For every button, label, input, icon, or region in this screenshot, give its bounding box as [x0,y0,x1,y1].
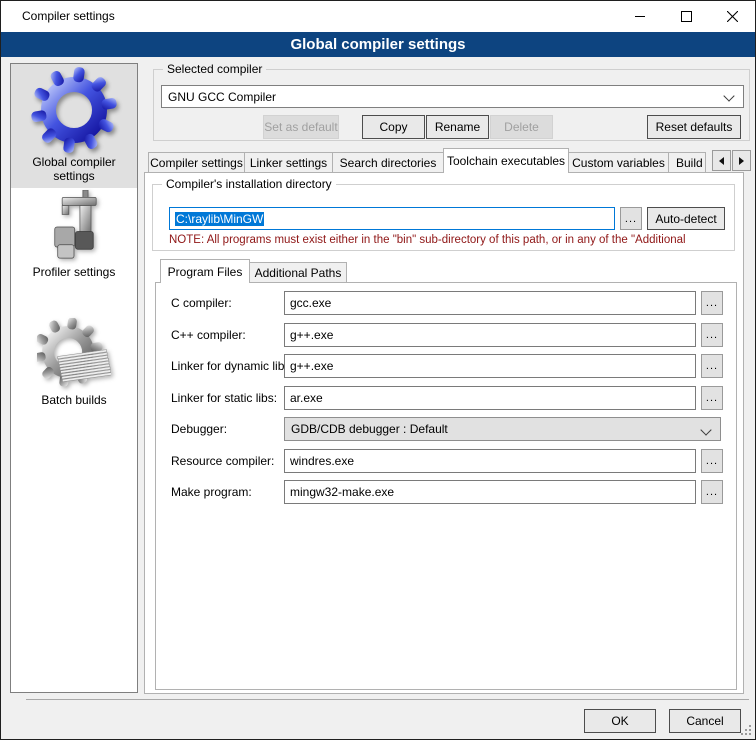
make-program-input[interactable]: mingw32-make.exe [284,480,696,504]
grip-dots-icon [741,725,743,727]
tab-label: Linker settings [250,156,327,170]
input-value: ar.exe [290,391,323,405]
toolchain-executables-page: Compiler's installation directory C:\ray… [144,172,744,694]
tab-label: Custom variables [572,156,665,170]
resource-compiler-browse-button[interactable]: ... [701,449,723,473]
sidebar-item-global-compiler-settings[interactable]: Global compiler settings [11,64,137,188]
set-as-default-button[interactable]: Set as default [263,115,339,139]
cancel-button[interactable]: Cancel [669,709,741,733]
subtab-label: Program Files [168,265,243,279]
compiler-settings-window: Compiler settings Global compiler settin… [0,0,756,740]
tab-label: Toolchain executables [447,154,565,168]
c-compiler-input[interactable]: gcc.exe [284,291,696,315]
autodetect-button[interactable]: Auto-detect [647,207,725,230]
titlebar: Compiler settings [1,1,755,32]
sidebar-list: Global compiler settings Profiler setting… [10,63,138,693]
minimize-icon [635,11,645,21]
subtab-label: Additional Paths [255,266,342,280]
triangle-right-icon [739,157,744,165]
reset-defaults-button[interactable]: Reset defaults [647,115,741,139]
close-button[interactable] [709,1,755,31]
tab-build-options[interactable]: Build options [668,152,706,172]
tab-scroll-left-button[interactable] [712,150,731,171]
c-compiler-input[interactable]: g++.exe [284,323,696,347]
maximize-icon [681,11,692,22]
make-program-browse-button[interactable]: ... [701,480,723,504]
resource-compiler-label: Resource compiler: [171,454,274,468]
input-value: gcc.exe [290,296,331,310]
compiler-select-value: GNU GCC Compiler [168,90,276,104]
separator-line [26,699,749,700]
tab-search-directories[interactable]: Search directories [332,152,444,172]
caption-buttons [617,1,755,31]
subtab-program-files[interactable]: Program Files [160,259,250,283]
minimize-button[interactable] [617,1,663,31]
gear-stack-icon [37,318,111,392]
selected-compiler-group: Selected compiler GNU GCC Compiler Set a… [153,69,750,141]
compiler-select[interactable]: GNU GCC Compiler [161,85,744,108]
tab-label: Compiler settings [150,156,243,170]
tab-compiler-settings[interactable]: Compiler settings [148,152,245,172]
tabstrip: Compiler settings Linker settings Search d… [148,148,706,173]
tab-custom-variables[interactable]: Custom variables [568,152,669,172]
gear-blue-icon [30,66,118,154]
tab-toolchain-executables[interactable]: Toolchain executables [443,148,569,173]
close-icon [727,11,738,22]
window-title: Compiler settings [22,1,115,31]
c-compiler-browse-button[interactable]: ... [701,291,723,315]
tab-scroll-right-button[interactable] [732,150,751,171]
make-program-label: Make program: [171,485,252,499]
input-value: windres.exe [290,454,354,468]
sidebar-item-batch-builds[interactable]: Batch builds [11,302,137,422]
caliper-icon [37,190,111,264]
tab-label: Search directories [340,156,437,170]
tab-label: Build options [676,156,706,170]
dialog-heading: Global compiler settings [1,32,755,57]
tab-linker-settings[interactable]: Linker settings [244,152,333,172]
install-dir-note: NOTE: All programs must exist either in … [169,234,731,246]
resize-grip[interactable] [741,725,752,736]
c-compiler-browse-button[interactable]: ... [701,323,723,347]
chevron-down-icon [723,90,734,101]
linker-for-dynamic-libs-label: Linker for dynamic libs: [171,359,294,373]
selected-compiler-legend: Selected compiler [163,62,266,77]
c-compiler-label: C compiler: [171,296,232,310]
linker-for-dynamic-libs-input[interactable]: g++.exe [284,354,696,378]
install-dir-legend: Compiler's installation directory [162,177,336,192]
chevron-down-icon [700,424,711,435]
linker-for-dynamic-libs-browse-button[interactable]: ... [701,354,723,378]
select-value: GDB/CDB debugger : Default [291,422,448,436]
ok-button[interactable]: OK [584,709,656,733]
triangle-left-icon [719,157,724,165]
sidebar-item-label: Batch builds [41,393,106,407]
linker-for-static-libs-input[interactable]: ar.exe [284,386,696,410]
install-dir-group: Compiler's installation directory C:\ray… [152,184,735,251]
subtab-additional-paths[interactable]: Additional Paths [249,262,347,282]
resource-compiler-input[interactable]: windres.exe [284,449,696,473]
install-dir-browse-button[interactable]: ... [620,207,642,230]
sidebar-item-label: Global compiler settings [11,155,137,183]
debugger-select[interactable]: GDB/CDB debugger : Default [284,417,721,441]
input-value: g++.exe [290,328,333,342]
linker-for-static-libs-browse-button[interactable]: ... [701,386,723,410]
debugger-label: Debugger: [171,422,227,436]
input-value: mingw32-make.exe [290,485,394,499]
maximize-button[interactable] [663,1,709,31]
delete-button[interactable]: Delete [490,115,553,139]
subtabstrip: Program Files Additional Paths [160,259,347,283]
install-dir-value: C:\raylib\MinGW [175,212,264,226]
sidebar-item-label: Profiler settings [33,265,116,279]
program-files-panel: C compiler: gcc.exe... C++ compiler: g++.ex… [155,282,737,690]
install-dir-input[interactable]: C:\raylib\MinGW [169,207,615,230]
linker-for-static-libs-label: Linker for static libs: [171,391,277,405]
copy-button[interactable]: Copy [362,115,425,139]
rename-button[interactable]: Rename [426,115,489,139]
input-value: g++.exe [290,359,333,373]
c-compiler-label: C++ compiler: [171,328,246,342]
sidebar-item-profiler-settings[interactable]: Profiler settings [11,188,137,302]
